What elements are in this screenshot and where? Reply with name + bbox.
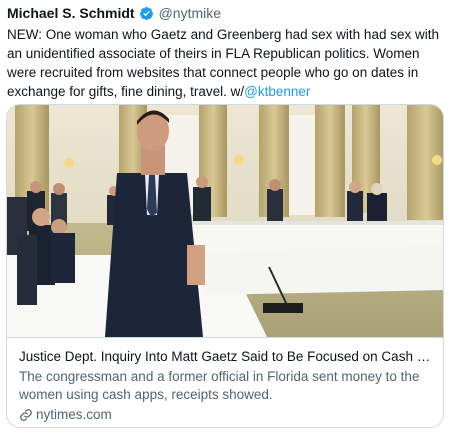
tweet-header: Michael S. Schmidt @nytmike [7,4,221,22]
link-icon [19,408,33,422]
card-domain[interactable]: nytimes.com [19,406,435,424]
card-domain-text: nytimes.com [36,407,112,422]
tweet-body-text: NEW: One woman who Gaetz and Greenberg h… [7,27,439,99]
author-name[interactable]: Michael S. Schmidt [7,5,135,21]
card-description: The congressman and a former official in… [19,369,420,402]
link-card[interactable]: Justice Dept. Inquiry Into Matt Gaetz Sa… [6,104,444,428]
mention-link[interactable]: @ktbenner [244,84,310,99]
verified-badge-icon [139,6,154,21]
card-body[interactable]: Justice Dept. Inquiry Into Matt Gaetz Sa… [7,337,443,427]
tweet-text: NEW: One woman who Gaetz and Greenberg h… [7,25,445,101]
author-handle[interactable]: @nytmike [159,5,221,21]
card-photo [7,105,443,337]
card-image[interactable] [7,105,443,337]
card-title[interactable]: Justice Dept. Inquiry Into Matt Gaetz Sa… [19,348,435,366]
